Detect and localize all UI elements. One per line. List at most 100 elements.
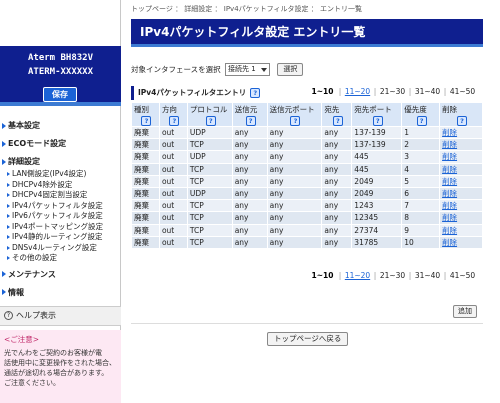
help-icon[interactable]: ?	[169, 116, 180, 126]
page-link[interactable]: 11~20	[342, 271, 373, 280]
help-icon[interactable]: ?	[290, 116, 301, 126]
table-cell: any	[321, 138, 353, 152]
nav-sub-lan-ipv4[interactable]: LAN側設定(IPv4設定)	[0, 169, 121, 180]
table-cell: 137-139	[351, 138, 403, 152]
table-cell: any	[321, 162, 353, 176]
nav-item-eco-mode[interactable]: ECOモード設定	[0, 137, 121, 151]
help-icon[interactable]: ?	[416, 116, 427, 126]
table-cell: out	[158, 138, 188, 152]
nav-sub-ipv4-packet-filter[interactable]: IPv4パケットフィルタ設定	[0, 201, 121, 212]
table-cell: 445	[351, 150, 403, 164]
page-link[interactable]: 21~30	[377, 87, 408, 96]
delete-link[interactable]: 削除	[439, 186, 483, 201]
table-cell: 1243	[351, 199, 403, 213]
help-icon[interactable]: ?	[250, 88, 261, 98]
table-cell: any	[266, 125, 323, 140]
notice-line: ご注意ください。	[4, 379, 60, 387]
table-cell: out	[158, 125, 188, 140]
delete-link[interactable]: 削除	[439, 138, 483, 152]
help-link[interactable]: ? ヘルプ表示	[0, 306, 121, 326]
divider	[131, 323, 483, 324]
page-link[interactable]: 11~20	[342, 87, 373, 96]
help-icon[interactable]: ?	[332, 116, 343, 126]
delete-link[interactable]: 削除	[439, 199, 483, 213]
nav-item-label: IPv4ポートマッピング設定	[12, 221, 103, 231]
table-cell: any	[266, 223, 323, 237]
nav-sub-dnsv4-routing[interactable]: DNSv4ルーティング設定	[0, 243, 121, 254]
nav-item-label: ECOモード設定	[8, 139, 67, 148]
table-cell: 9	[401, 223, 441, 237]
table-cell: 7	[401, 199, 441, 213]
chevron-right-icon	[7, 235, 10, 239]
nav-item-label: メンテナンス	[8, 269, 56, 279]
nav-item-maintenance[interactable]: メンテナンス	[0, 268, 121, 282]
table-cell: any	[231, 235, 268, 249]
nav-sub-ipv4-static-routing[interactable]: IPv4静的ルーティング設定	[0, 232, 121, 243]
table-row: 廃棄 out TCP any any any 137-139 2 削除	[131, 138, 483, 152]
page-title: IPv4パケットフィルタ設定 エントリ一覧	[131, 19, 483, 47]
help-icon[interactable]: ?	[205, 116, 216, 126]
nav-sub-dhcpv4-fixed[interactable]: DHCPv4固定割当設定	[0, 190, 121, 201]
help-icon[interactable]: ?	[141, 116, 152, 126]
table-cell: 3	[401, 150, 441, 164]
section-title: IPv4パケットフィルタエントリ?	[131, 86, 286, 100]
nav-item-basic-settings[interactable]: 基本設定	[0, 119, 121, 133]
pagination-top: 1~10 | 11~20 | 21~30 | 31~40 | 41~50	[307, 87, 478, 99]
help-icon[interactable]: ?	[372, 116, 383, 126]
delete-link[interactable]: 削除	[439, 211, 483, 225]
table-cell: 1	[401, 125, 441, 140]
table-cell: out	[158, 235, 188, 249]
notice-line: 光でんわをご契約のお客様が電	[4, 349, 102, 357]
breadcrumb[interactable]: トップページ ： 詳細設定 ： IPv4パケットフィルタ設定 ： エントリ一覧	[131, 4, 362, 14]
page-link[interactable]: 31~40	[412, 87, 443, 96]
help-icon[interactable]: ?	[457, 116, 468, 126]
table-cell: 廃棄	[131, 138, 160, 152]
add-button[interactable]: 追加	[453, 305, 477, 318]
page-link[interactable]: 41~50	[447, 87, 478, 96]
delete-link[interactable]: 削除	[439, 150, 483, 164]
table-cell: TCP	[186, 162, 233, 176]
column-header: 送信元ポート?	[266, 102, 323, 127]
page-link[interactable]: 21~30	[377, 271, 408, 280]
table-cell: 4	[401, 162, 441, 176]
nav-sub-dhcpv4-exclude[interactable]: DHCPv4除外設定	[0, 180, 121, 191]
table-row: 廃棄 out TCP any any any 31785 10 削除	[131, 235, 483, 249]
notice-line: 通話が途切れる場合があります。	[4, 369, 109, 377]
table-cell: UDP	[186, 125, 233, 140]
nav-item-label: DNSv4ルーティング設定	[12, 242, 97, 252]
interface-select[interactable]: 接続先 1	[225, 63, 271, 76]
nav-sub-ipv6-packet-filter[interactable]: IPv6パケットフィルタ設定	[0, 211, 121, 222]
select-button[interactable]: 選択	[277, 63, 304, 76]
nav-item-label: IPv6パケットフィルタ設定	[12, 211, 103, 220]
delete-link[interactable]: 削除	[439, 235, 483, 249]
table-cell: any	[231, 186, 268, 201]
table-cell: TCP	[186, 138, 233, 152]
nav-sub-other-settings[interactable]: その他の設定	[0, 253, 121, 264]
page-link[interactable]: 41~50	[447, 271, 478, 280]
nav-item-label: DHCPv4固定割当設定	[12, 190, 88, 199]
table-cell: 廃棄	[131, 150, 160, 164]
interface-select-value: 接続先 1	[228, 65, 256, 73]
interface-label: 対象インタフェースを選択	[131, 65, 221, 74]
table-cell: out	[158, 162, 188, 176]
nav-item-label: 詳細設定	[8, 157, 40, 166]
table-cell: 廃棄	[131, 223, 160, 237]
table-cell: any	[266, 199, 323, 213]
page-link[interactable]: 31~40	[412, 271, 443, 280]
sidebar: Aterm BH832V ATERM-XXXXXX 保存 基本設定 ECOモード…	[0, 0, 121, 403]
delete-link[interactable]: 削除	[439, 223, 483, 237]
table-cell: UDP	[186, 150, 233, 164]
delete-link[interactable]: 削除	[439, 125, 483, 140]
nav-item-advanced-settings[interactable]: 詳細設定	[0, 155, 121, 169]
back-to-top-button[interactable]: トップページへ戻る	[267, 332, 349, 346]
nav-item-info[interactable]: 情報	[0, 286, 121, 300]
nav-sub-ipv4-port-mapping[interactable]: IPv4ポートマッピング設定	[0, 222, 121, 233]
delete-link[interactable]: 削除	[439, 162, 483, 176]
chevron-right-icon	[7, 172, 10, 176]
table-cell: any	[266, 138, 323, 152]
table-cell: 10	[401, 235, 441, 249]
save-button[interactable]: 保存	[43, 87, 77, 102]
nav-item-label: 情報	[8, 287, 24, 297]
delete-link[interactable]: 削除	[439, 174, 483, 188]
help-icon[interactable]: ?	[245, 116, 256, 126]
